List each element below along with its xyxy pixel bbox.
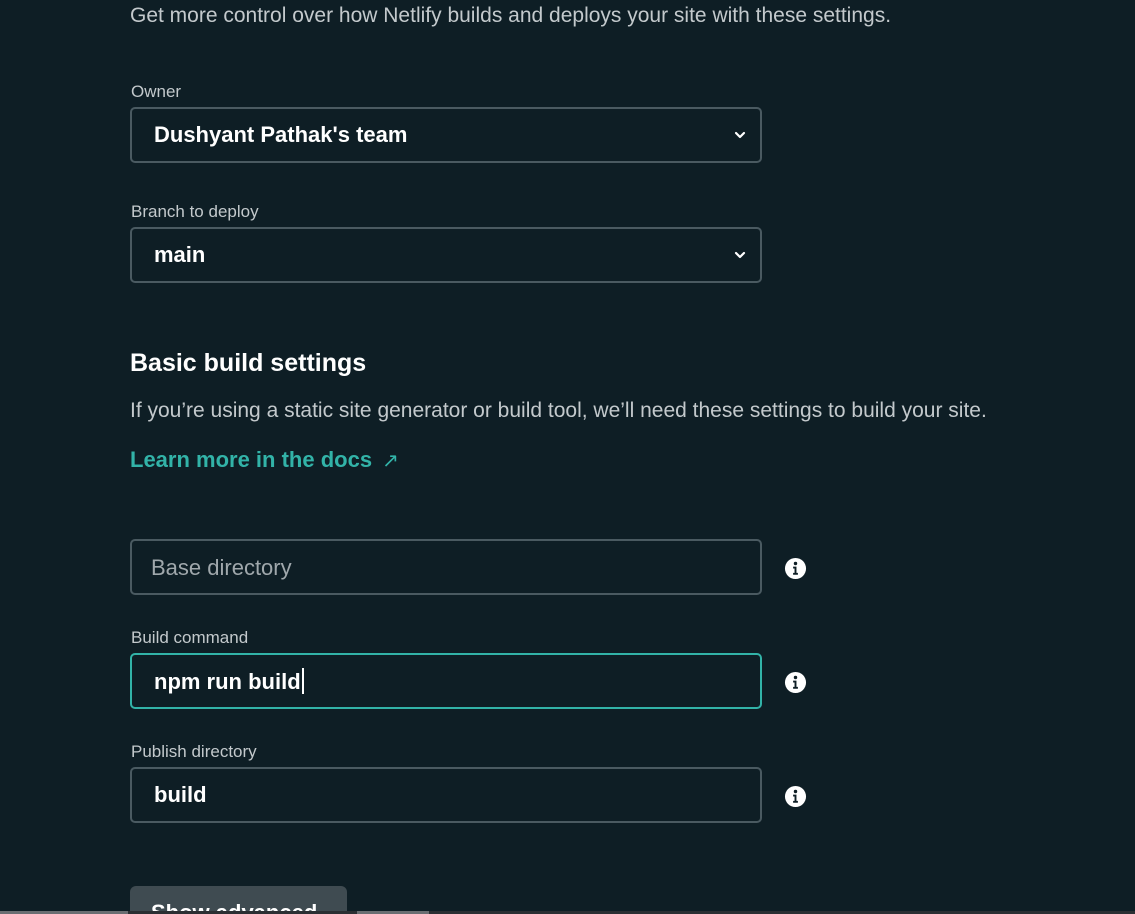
branch-select[interactable]: main (130, 227, 762, 283)
branch-label: Branch to deploy (131, 202, 259, 221)
publish-directory-value: build (154, 782, 207, 807)
publish-directory-input[interactable]: build (130, 767, 762, 823)
branch-select-value: main (154, 242, 206, 267)
text-cursor (301, 668, 304, 694)
chevron-down-icon (734, 251, 746, 259)
chevron-down-icon (734, 131, 746, 139)
show-advanced-button[interactable]: Show advanced (130, 886, 347, 914)
intro-text: Get more control over how Netlify builds… (130, 4, 892, 27)
owner-select[interactable]: Dushyant Pathak's team (130, 107, 762, 163)
base-directory-placeholder: Base directory (151, 555, 292, 580)
publish-directory-label: Publish directory (131, 742, 257, 761)
docs-link[interactable]: Learn more in the docs ↗ (130, 447, 399, 473)
section-description: If you’re using a static site generator … (130, 399, 987, 422)
info-icon[interactable] (784, 557, 807, 580)
owner-label: Owner (131, 82, 182, 101)
deploy-settings-page: Get more control over how Netlify builds… (0, 0, 1135, 914)
info-icon[interactable] (784, 671, 807, 694)
build-command-value: npm run build (154, 668, 304, 695)
section-title: Basic build settings (130, 349, 367, 377)
build-command-input[interactable]: npm run build (130, 653, 762, 709)
docs-link-label: Learn more in the docs (130, 447, 373, 472)
owner-select-value: Dushyant Pathak's team (154, 122, 408, 147)
base-directory-input[interactable]: Base directory (130, 539, 762, 595)
build-command-label: Build command (131, 628, 249, 647)
info-icon[interactable] (784, 785, 807, 808)
external-link-arrow-icon: ↗ (382, 450, 399, 472)
